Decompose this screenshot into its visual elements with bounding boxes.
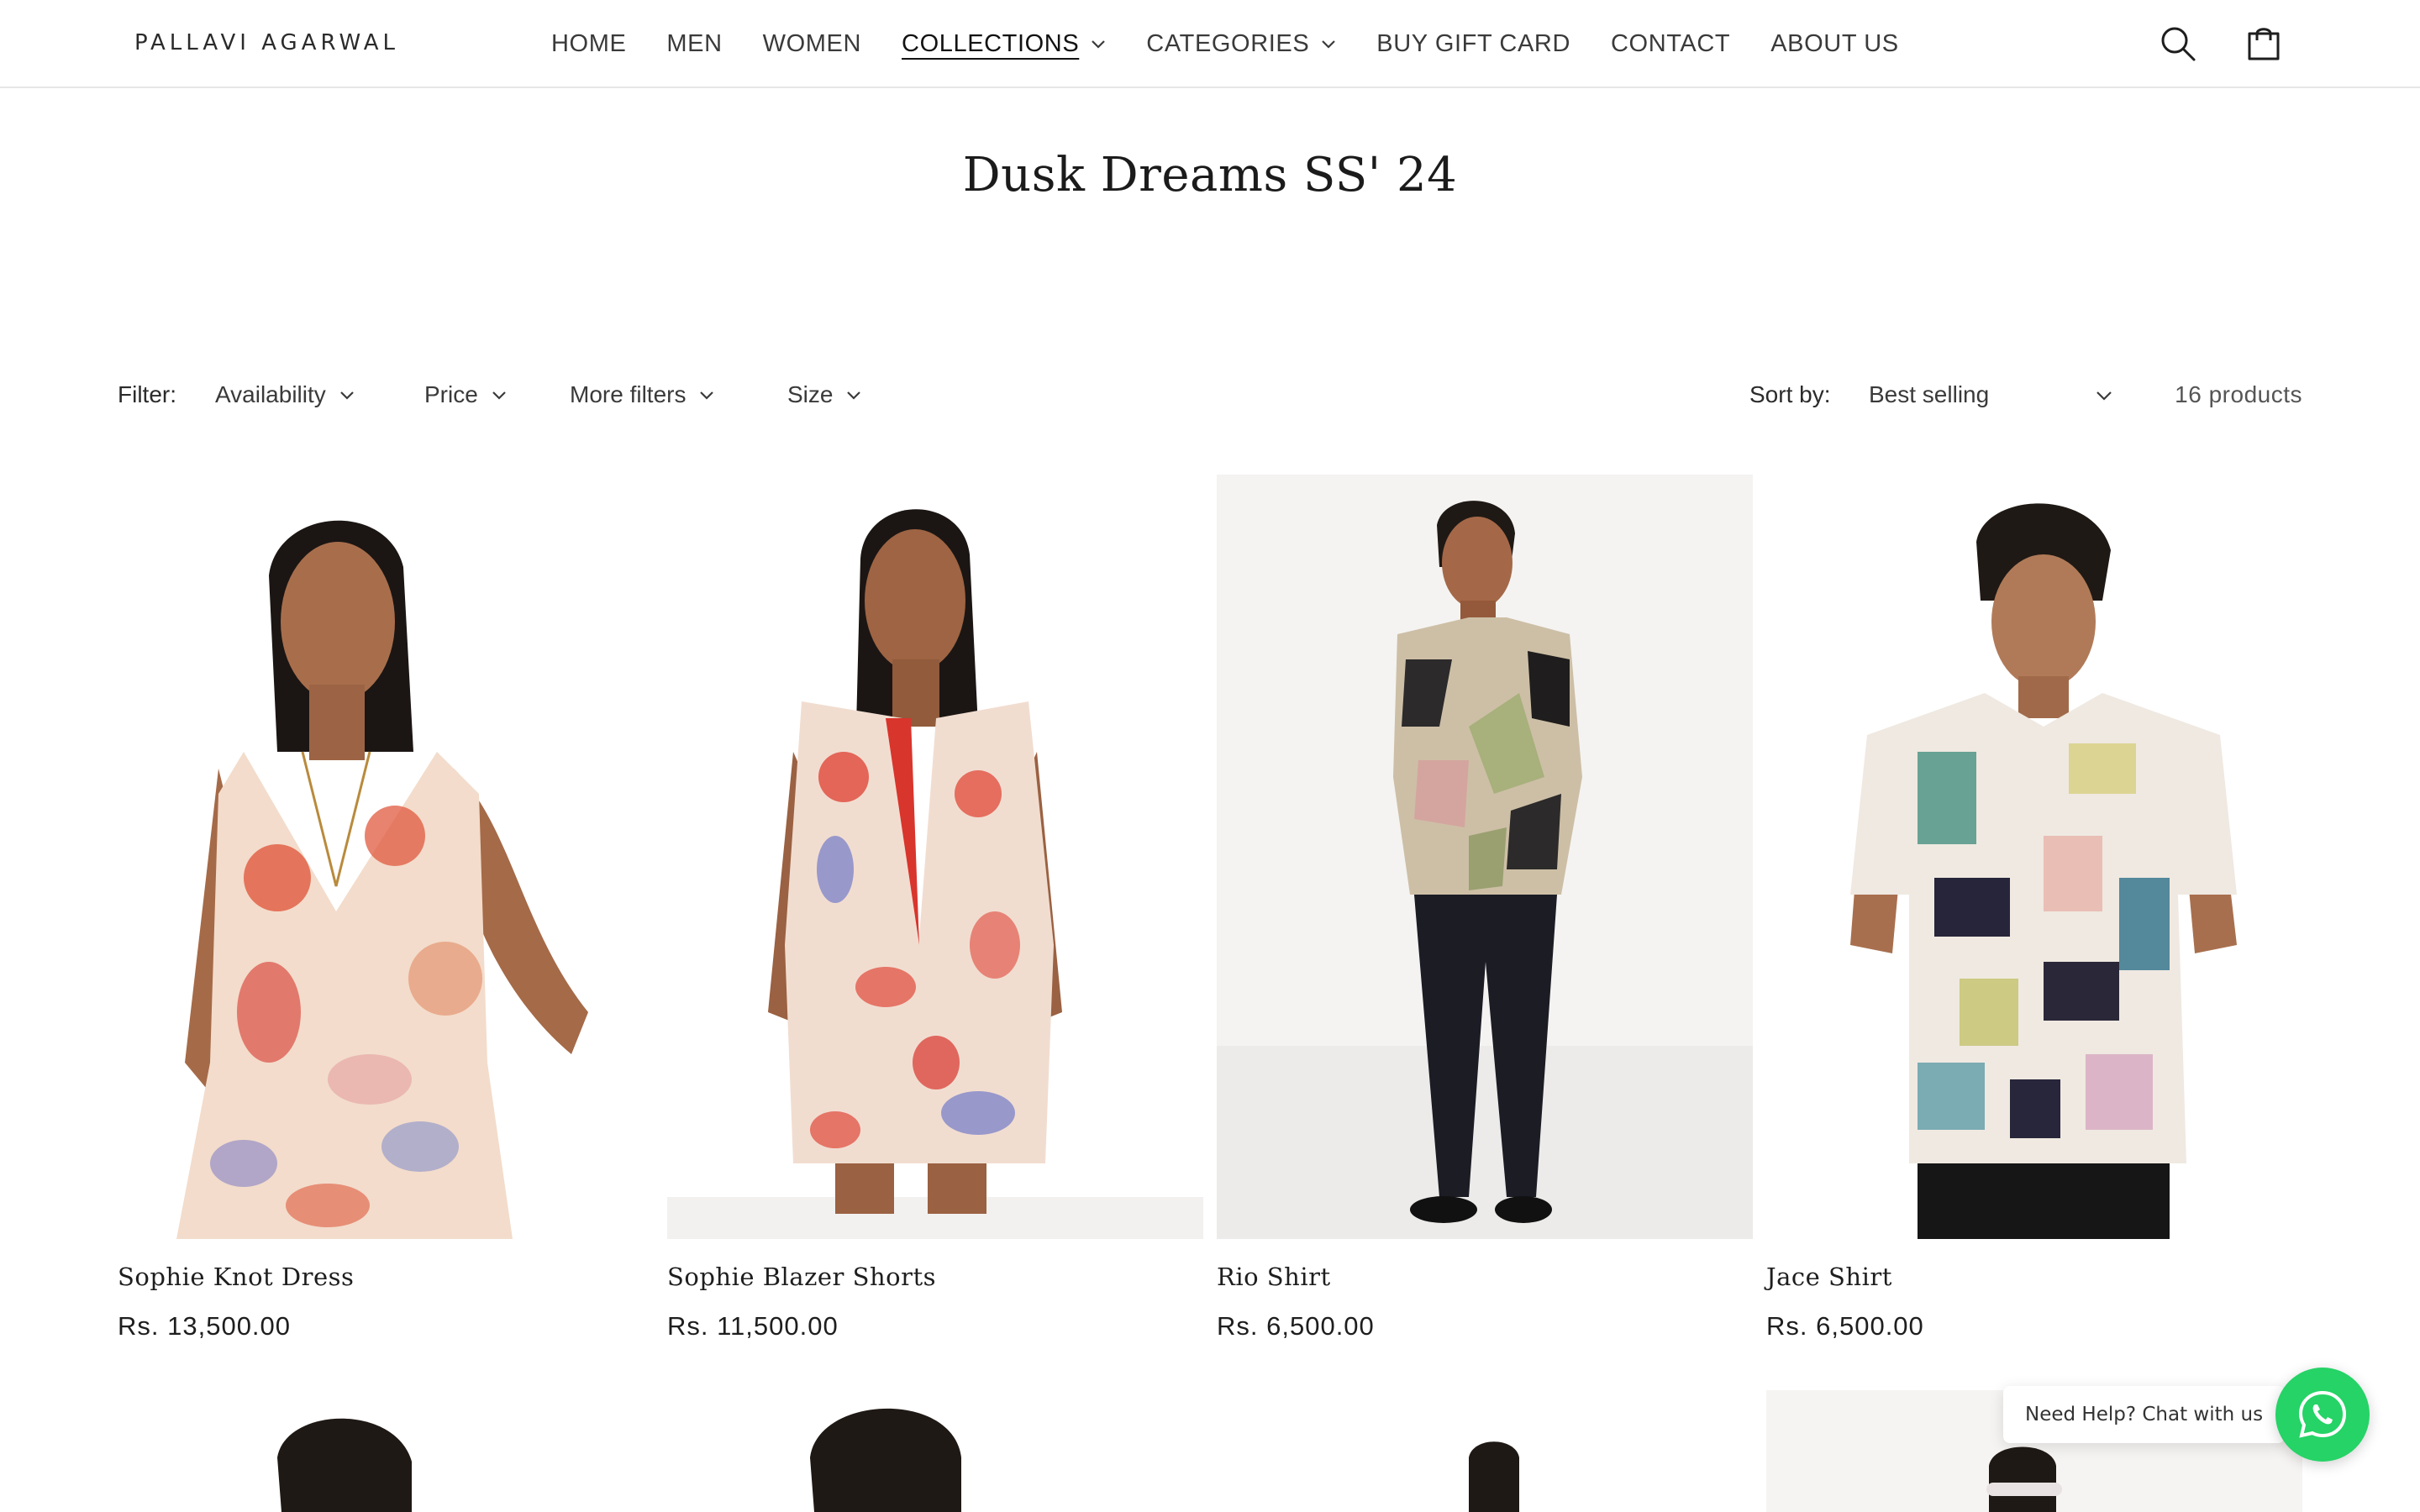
product-photo-blazer-shorts xyxy=(667,475,1203,1239)
product-name[interactable]: Jace Shirt xyxy=(1766,1263,1892,1291)
product-name[interactable]: Sophie Knot Dress xyxy=(118,1263,354,1291)
product-count: 16 products xyxy=(2175,381,2302,407)
cart-icon xyxy=(2248,28,2280,60)
nav-item-label: MEN xyxy=(666,29,723,57)
nav-item-collections[interactable]: COLLECTIONS xyxy=(902,30,1106,58)
chevron-down-icon xyxy=(1322,40,1336,49)
nav-item-label: BUY GIFT CARD xyxy=(1376,29,1571,57)
nav-item-gift-card[interactable]: BUY GIFT CARD xyxy=(1376,30,1570,58)
product-image[interactable] xyxy=(118,475,654,1239)
nav-item-men[interactable]: MEN xyxy=(666,30,722,58)
chevron-down-icon xyxy=(847,391,861,400)
chevron-down-icon xyxy=(492,391,506,400)
product-name[interactable]: Rio Shirt xyxy=(1217,1263,1331,1291)
product-card[interactable]: Rio Shirt Rs. 6,500.00 xyxy=(1217,475,1753,1341)
nav-item-home[interactable]: HOME xyxy=(551,30,626,58)
product-image[interactable] xyxy=(1217,475,1753,1239)
product-card[interactable] xyxy=(667,1390,1203,1512)
filter-label: Filter: xyxy=(118,381,176,407)
product-photo xyxy=(667,1390,1203,1512)
nav-item-label: WOMEN xyxy=(762,29,862,57)
chevron-down-icon xyxy=(700,391,714,400)
whatsapp-icon xyxy=(2298,1390,2347,1438)
chat-help-label: Need Help? Chat with us xyxy=(2025,1404,2264,1425)
header-icons xyxy=(2156,22,2286,66)
filter-option-label: Availability xyxy=(215,381,326,407)
filter-availability[interactable]: Availability xyxy=(215,381,355,408)
product-photo-jace-shirt xyxy=(1766,475,2302,1239)
product-price: Rs. 6,500.00 xyxy=(1766,1311,1924,1341)
product-price: Rs. 13,500.00 xyxy=(118,1311,292,1341)
sort-select[interactable]: Best selling xyxy=(1869,381,2112,408)
filter-more[interactable]: More filters xyxy=(570,381,714,408)
product-price: Rs. 6,500.00 xyxy=(1217,1311,1375,1341)
product-image[interactable] xyxy=(118,1390,654,1512)
product-card[interactable]: Jace Shirt Rs. 6,500.00 xyxy=(1766,475,2302,1341)
product-photo xyxy=(118,1390,654,1512)
nav-item-label: COLLECTIONS xyxy=(902,29,1080,57)
nav-item-label: CONTACT xyxy=(1611,29,1731,57)
product-price: Rs. 11,500.00 xyxy=(667,1311,839,1341)
cart-button[interactable] xyxy=(2242,22,2286,66)
collection-title: Dusk Dreams SS' 24 xyxy=(962,148,1458,202)
product-photo-dress xyxy=(118,475,654,1239)
chat-help-bubble[interactable]: Need Help? Chat with us xyxy=(2003,1386,2286,1443)
nav-item-label: HOME xyxy=(551,29,627,57)
sort-label: Sort by: xyxy=(1749,381,1831,407)
brand-logo[interactable]: PALLAVI AGARWAL xyxy=(134,30,399,55)
nav-item-label: ABOUT US xyxy=(1770,29,1899,57)
filter-bar: Filter: Availability Price More filters … xyxy=(118,378,2302,415)
filter-price[interactable]: Price xyxy=(424,381,507,408)
product-image[interactable] xyxy=(667,1390,1203,1512)
product-image[interactable] xyxy=(667,475,1203,1239)
nav-item-women[interactable]: WOMEN xyxy=(763,30,861,58)
product-card[interactable]: Sophie Blazer Shorts Rs. 11,500.00 xyxy=(667,475,1203,1341)
product-photo xyxy=(1217,1390,1753,1512)
search-button[interactable] xyxy=(2156,22,2200,66)
filter-size[interactable]: Size xyxy=(787,381,861,408)
search-icon xyxy=(2161,27,2196,61)
nav-item-categories[interactable]: CATEGORIES xyxy=(1146,30,1336,58)
filter-option-label: Size xyxy=(787,381,834,407)
main-nav: HOME MEN WOMEN COLLECTIONS CATEGORIES BU… xyxy=(551,0,1939,87)
chevron-down-icon xyxy=(1092,40,1106,49)
filter-option-label: Price xyxy=(424,381,478,407)
chevron-down-icon xyxy=(2096,391,2112,401)
product-card[interactable]: Sophie Knot Dress Rs. 13,500.00 xyxy=(118,475,654,1341)
product-card[interactable] xyxy=(118,1390,654,1512)
product-image[interactable] xyxy=(1217,1390,1753,1512)
nav-item-about[interactable]: ABOUT US xyxy=(1770,30,1899,58)
sort-value: Best selling xyxy=(1869,381,1990,407)
filter-option-label: More filters xyxy=(570,381,687,407)
product-image[interactable] xyxy=(1766,475,2302,1239)
product-card[interactable] xyxy=(1217,1390,1753,1512)
nav-item-label: CATEGORIES xyxy=(1146,29,1310,57)
chevron-down-icon xyxy=(340,391,354,400)
nav-item-contact[interactable]: CONTACT xyxy=(1611,30,1730,58)
product-name[interactable]: Sophie Blazer Shorts xyxy=(667,1263,936,1291)
whatsapp-chat-button[interactable] xyxy=(2275,1368,2370,1462)
product-photo-rio-shirt xyxy=(1217,475,1753,1239)
site-header: PALLAVI AGARWAL HOME MEN WOMEN COLLECTIO… xyxy=(0,0,2420,88)
